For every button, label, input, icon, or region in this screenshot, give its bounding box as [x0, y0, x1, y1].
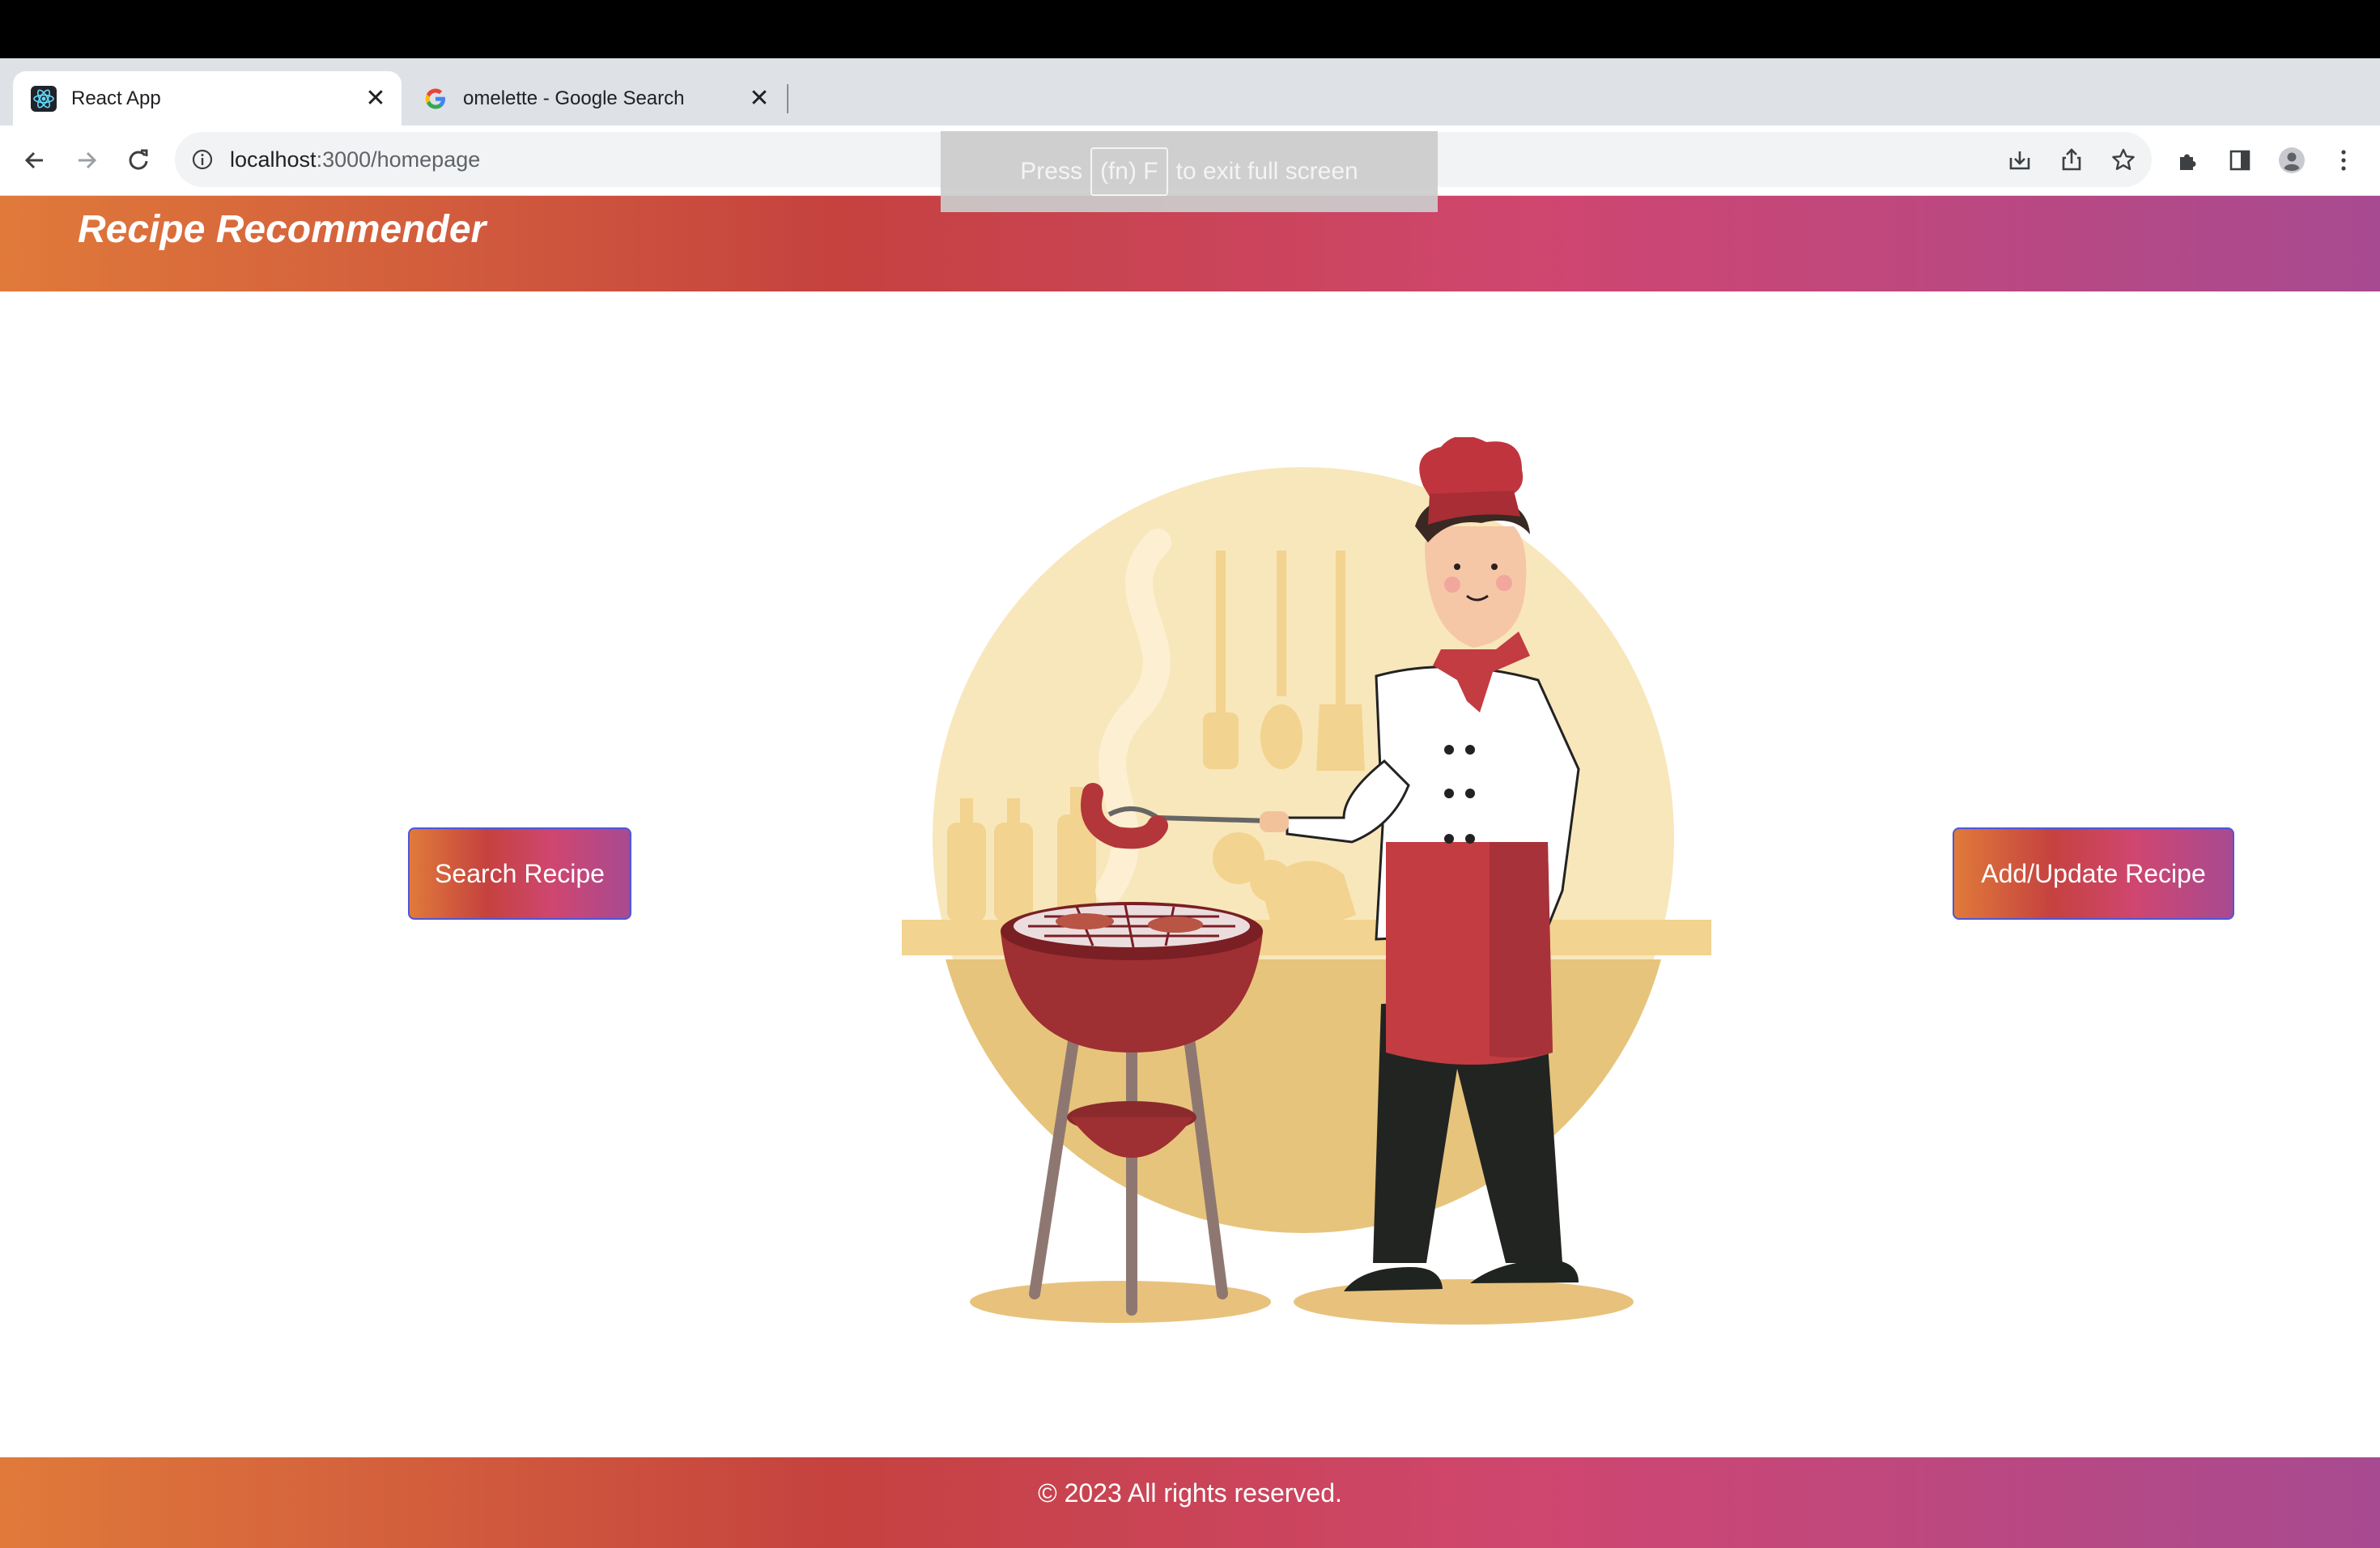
- info-icon[interactable]: [189, 147, 215, 172]
- tab-close-icon[interactable]: ✕: [361, 84, 390, 113]
- reload-icon[interactable]: [120, 142, 157, 179]
- toast-key: (fn) F: [1090, 147, 1168, 196]
- tab-title: React App: [71, 87, 161, 109]
- tab-strip: React App ✕ omelette - Google Search ✕ +: [0, 58, 2380, 164]
- url-path: :3000/homepage: [316, 147, 481, 172]
- toast-suffix: to exit full screen: [1175, 158, 1358, 185]
- tab-close-icon[interactable]: ✕: [745, 84, 774, 113]
- tab-title: omelette - Google Search: [463, 87, 685, 109]
- search-recipe-button[interactable]: Search Recipe: [408, 827, 631, 920]
- url-host: localhost: [230, 147, 317, 172]
- url-text[interactable]: localhost:3000/homepage: [230, 145, 480, 174]
- bookmark-star-icon[interactable]: [2105, 142, 2142, 179]
- forward-arrow-icon[interactable]: [68, 142, 105, 179]
- app-footer: © 2023 All rights reserved.: [0, 1457, 2380, 1548]
- add-update-recipe-button[interactable]: Add/Update Recipe: [1953, 827, 2234, 920]
- toast-prefix: Press: [1020, 158, 1082, 185]
- macos-top-bar: [0, 0, 2380, 58]
- app-title: Recipe Recommender: [78, 208, 487, 251]
- share-icon[interactable]: [2053, 142, 2090, 179]
- fullscreen-toast: Press (fn) F to exit full screen: [941, 131, 1438, 212]
- tab-separator: [787, 84, 788, 113]
- tab-google-search[interactable]: omelette - Google Search ✕: [405, 71, 785, 125]
- tab-react-app[interactable]: React App ✕: [13, 71, 402, 125]
- extensions-puzzle-icon[interactable]: [2170, 142, 2207, 179]
- back-arrow-icon[interactable]: [16, 142, 53, 179]
- footer-copyright: © 2023 All rights reserved.: [1038, 1478, 1342, 1508]
- more-vertical-icon[interactable]: [2325, 142, 2362, 179]
- profile-avatar-icon[interactable]: [2273, 142, 2310, 179]
- google-icon: [425, 88, 445, 109]
- chef-grilling-illustration: [902, 437, 1711, 1325]
- react-icon: [31, 86, 57, 112]
- side-panel-icon[interactable]: [2221, 142, 2259, 179]
- install-app-icon[interactable]: [2001, 142, 2038, 179]
